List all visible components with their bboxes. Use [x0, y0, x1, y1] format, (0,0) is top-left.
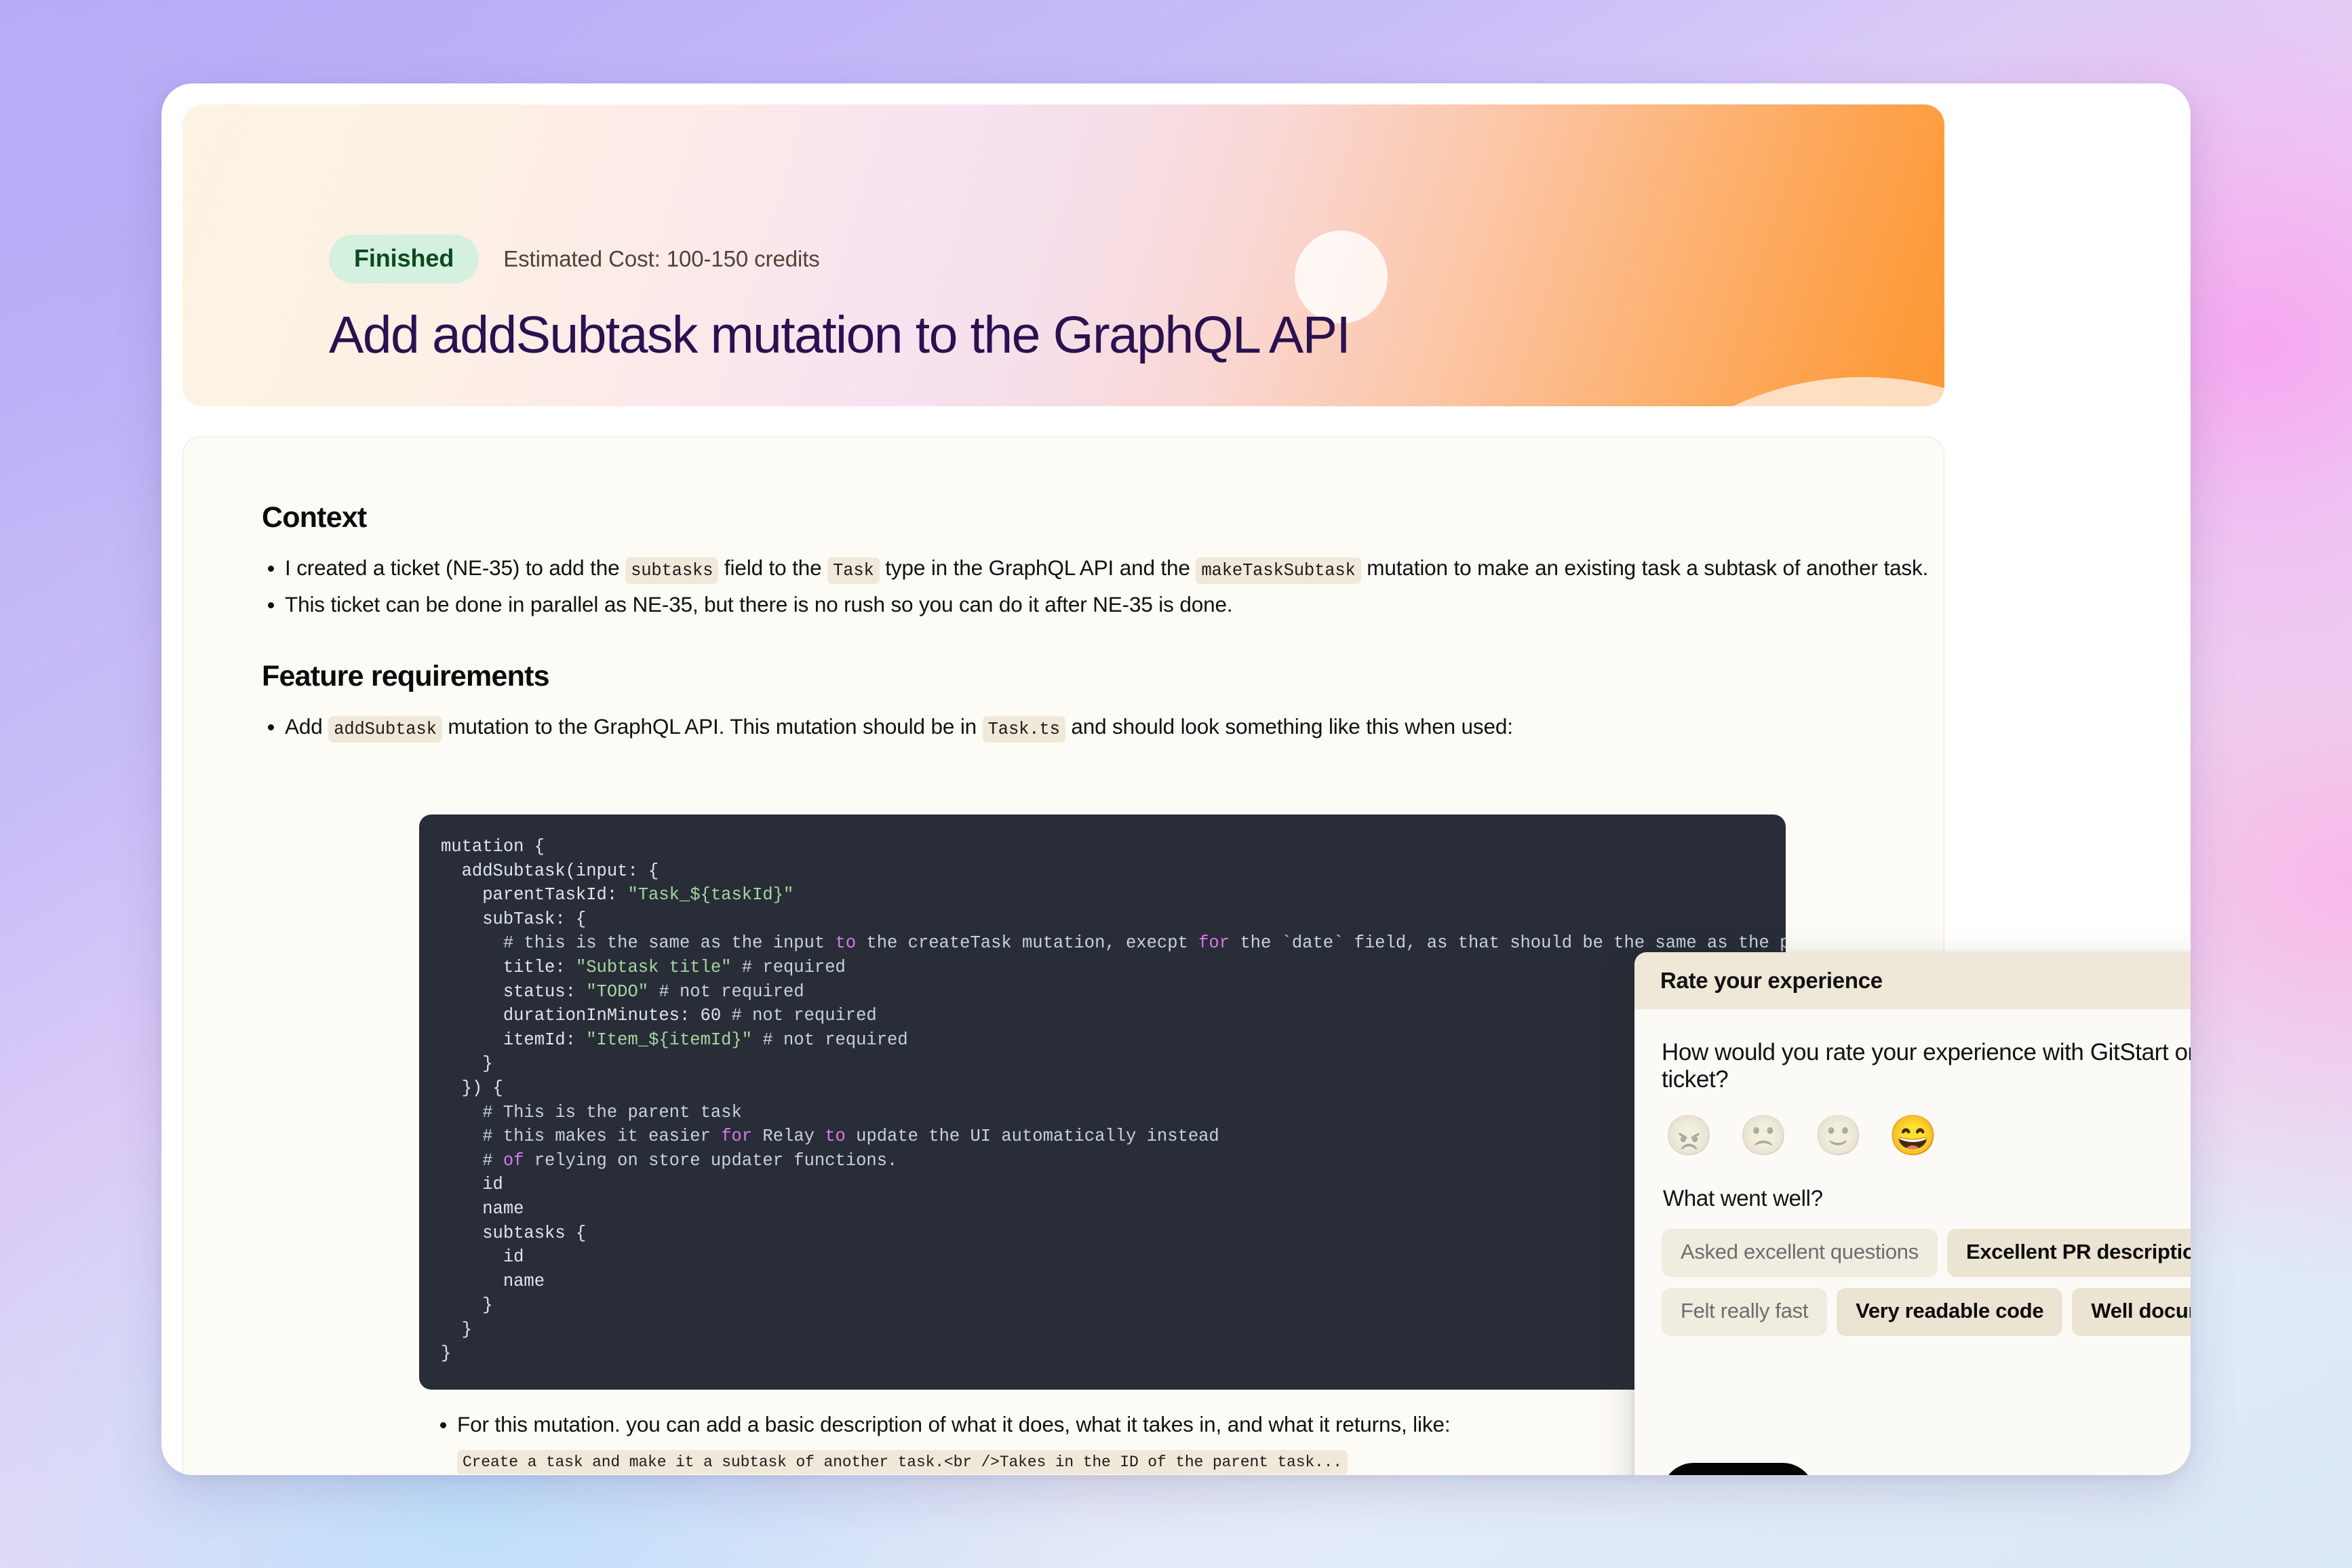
- feedback-chip[interactable]: Asked excellent questions: [1662, 1229, 1938, 1277]
- app-card: Finished Estimated Cost: 100-150 credits…: [161, 83, 2191, 1475]
- code-maketasksubtask: makeTaskSubtask: [1196, 557, 1361, 584]
- feature-text-2: mutation to the GraphQL API. This mutati…: [442, 714, 983, 739]
- context-heading: Context: [262, 501, 367, 534]
- rating-question: How would you rate your experience with …: [1662, 1039, 2191, 1093]
- modal-body: How would you rate your experience with …: [1634, 1009, 2191, 1336]
- code-task: Task: [827, 557, 880, 584]
- list-item: I created a ticket (NE-35) to add the su…: [262, 551, 1944, 585]
- neutral-face-emoji[interactable]: 🙂: [1814, 1116, 1862, 1156]
- post-text-1: For this mutation. you can add a basic d…: [457, 1412, 1451, 1436]
- context-list: I created a ticket (NE-35) to add the su…: [262, 551, 1944, 622]
- feature-text-1: Add: [285, 714, 329, 739]
- modal-title: Rate your experience: [1660, 968, 1883, 993]
- grinning-face-emoji[interactable]: 😄: [1889, 1116, 1938, 1156]
- modal-header: Rate your experience ✕: [1634, 952, 2191, 1009]
- decorative-circle-large: [1558, 377, 1944, 406]
- context-text-1: I created a ticket (NE-35) to add the: [285, 555, 626, 580]
- feature-text-3: and should look something like this when…: [1065, 714, 1513, 739]
- feature-requirements-list: Add addSubtask mutation to the GraphQL A…: [262, 709, 1944, 744]
- submit-button[interactable]: Submit: [1662, 1463, 1815, 1475]
- context-text-2: field to the: [718, 555, 828, 580]
- hero-banner: Finished Estimated Cost: 100-150 credits…: [182, 104, 1944, 406]
- hero-meta-row: Finished Estimated Cost: 100-150 credits: [329, 235, 1350, 283]
- code-addsubtask: addSubtask: [328, 716, 442, 743]
- list-item: Add addSubtask mutation to the GraphQL A…: [262, 709, 1944, 744]
- code-task-ts: Task.ts: [982, 716, 1065, 743]
- context-text-4: mutation to make an existing task a subt…: [1360, 555, 1929, 580]
- hero-content: Finished Estimated Cost: 100-150 credits…: [182, 104, 1351, 364]
- list-item: This ticket can be done in parallel as N…: [262, 587, 1944, 622]
- feedback-chip[interactable]: Felt really fast: [1662, 1288, 1828, 1336]
- feedback-chip-group: Asked excellent questions Excellent PR de…: [1662, 1229, 2191, 1336]
- page-title: Add addSubtask mutation to the GraphQL A…: [329, 306, 1351, 364]
- context-text-3: type in the GraphQL API and the: [879, 555, 1196, 580]
- code-content: mutation { addSubtask(input: { parentTas…: [441, 837, 1786, 1364]
- graphql-code-block: mutation { addSubtask(input: { parentTas…: [419, 815, 1786, 1390]
- feedback-chip[interactable]: Very readable code: [1837, 1288, 2063, 1336]
- feedback-chip[interactable]: Excellent PR description: [1946, 1229, 2191, 1277]
- code-description-example: Create a task and make it a subtask of a…: [457, 1450, 1348, 1475]
- frowning-face-emoji[interactable]: 🙁: [1739, 1116, 1788, 1156]
- angry-face-emoji[interactable]: 😠: [1664, 1116, 1713, 1156]
- status-badge: Finished: [329, 235, 479, 283]
- feature-requirements-heading: Feature requirements: [262, 660, 550, 693]
- rate-experience-modal: Rate your experience ✕ How would you rat…: [1634, 952, 2191, 1475]
- feedback-chip[interactable]: Well documented: [2072, 1288, 2191, 1336]
- estimated-cost-text: Estimated Cost: 100-150 credits: [503, 246, 820, 271]
- what-went-well-label: What went well?: [1663, 1185, 1823, 1211]
- emoji-rating-row: 😠 🙁 🙂 😄: [1662, 1116, 2191, 1156]
- code-subtasks: subtasks: [625, 557, 719, 584]
